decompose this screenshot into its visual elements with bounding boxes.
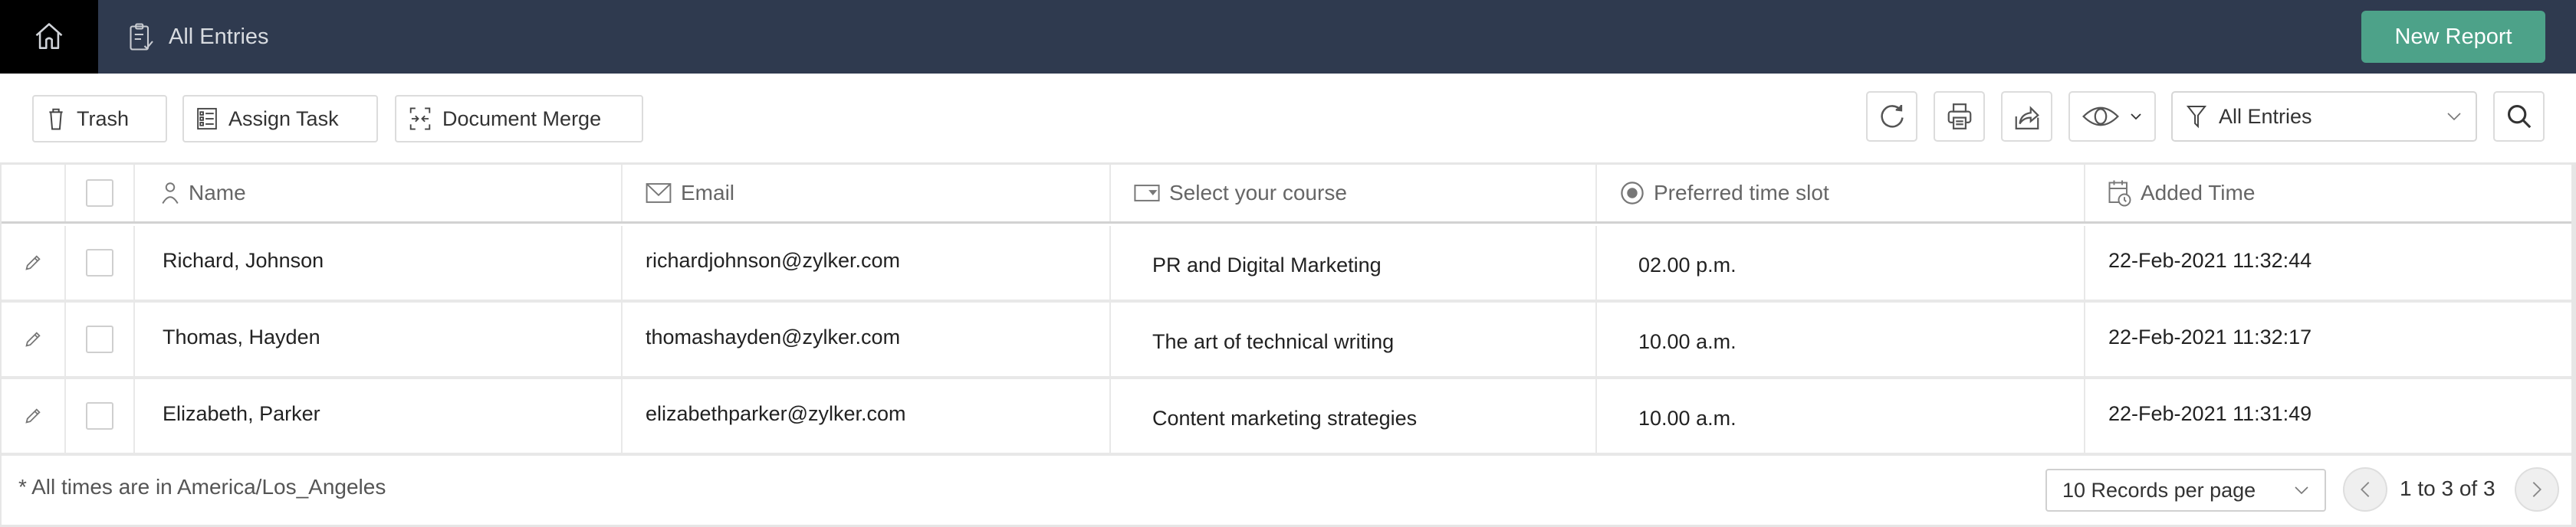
table-header-row: Name Email Select your course Preferred … <box>2 165 2571 224</box>
row-checkbox[interactable] <box>86 402 113 430</box>
row-checkbox[interactable] <box>86 249 113 277</box>
column-header-label: Added Time <box>2141 181 2256 205</box>
course-cell: Content marketing strategies <box>1111 379 1597 453</box>
table-row[interactable]: Elizabeth, Parker elizabethparker@zylker… <box>2 379 2571 456</box>
home-button[interactable] <box>0 0 98 74</box>
trash-button[interactable]: Trash <box>32 95 167 142</box>
table-row[interactable]: Thomas, Hayden thomashayden@zylker.com T… <box>2 303 2571 379</box>
chevron-left-icon <box>2360 480 2371 499</box>
export-icon <box>2013 101 2042 132</box>
row-select-cell <box>66 379 135 453</box>
pencil-icon[interactable] <box>24 330 42 349</box>
new-report-button[interactable]: New Report <box>2361 11 2545 63</box>
trash-icon <box>46 106 66 131</box>
row-select-cell <box>66 303 135 376</box>
edit-cell <box>2 303 66 376</box>
column-header-added-time[interactable]: Added Time <box>2085 165 2571 221</box>
task-list-icon <box>196 107 218 130</box>
column-header-time-slot[interactable]: Preferred time slot <box>1597 165 2085 221</box>
email-cell: thomashayden@zylker.com <box>623 303 1111 376</box>
filter-icon <box>2187 104 2206 129</box>
refresh-button[interactable] <box>1866 91 1917 142</box>
column-header-email[interactable]: Email <box>623 165 1111 221</box>
search-button[interactable] <box>2493 91 2545 142</box>
time-slot-cell: 10.00 a.m. <box>1597 379 2085 453</box>
records-per-page-value: 10 Records per page <box>2062 478 2256 502</box>
added-time-cell: 22-Feb-2021 11:31:49 <box>2108 402 2312 425</box>
clipboard-check-icon <box>127 21 155 52</box>
edit-column-header <box>2 165 66 221</box>
added-time-cell: 22-Feb-2021 11:32:17 <box>2108 326 2312 349</box>
previous-page-button[interactable] <box>2343 467 2387 512</box>
row-checkbox[interactable] <box>86 326 113 353</box>
export-button[interactable] <box>2001 91 2052 142</box>
edit-cell <box>2 379 66 453</box>
column-header-label: Preferred time slot <box>1654 181 1829 205</box>
toolbar: Trash Assign Task Document Merge All Ent… <box>0 74 2576 162</box>
print-button[interactable] <box>1934 91 1985 142</box>
pencil-icon[interactable] <box>24 254 42 272</box>
merge-icon <box>409 106 432 131</box>
calendar-clock-icon <box>2108 179 2131 207</box>
radio-icon <box>1620 181 1644 205</box>
print-icon <box>1945 101 1974 132</box>
time-slot-cell: 10.00 a.m. <box>1597 303 2085 376</box>
select-all-checkbox[interactable] <box>86 179 113 207</box>
mail-icon <box>646 182 672 204</box>
column-header-label: Email <box>681 181 735 205</box>
table-row[interactable]: Richard, Johnson richardjohnson@zylker.c… <box>2 226 2571 303</box>
view-options-button[interactable] <box>2068 91 2156 142</box>
page-title-text: All Entries <box>169 24 269 49</box>
assign-task-button[interactable]: Assign Task <box>182 95 378 142</box>
course-cell: The art of technical writing <box>1111 303 1597 376</box>
name-cell: Elizabeth, Parker <box>135 379 623 453</box>
pencil-icon[interactable] <box>24 407 42 425</box>
next-page-button[interactable] <box>2515 467 2559 512</box>
timezone-note: * All times are in America/Los_Angeles <box>18 475 386 499</box>
eye-icon <box>2082 104 2119 129</box>
edit-cell <box>2 226 66 300</box>
assign-task-label: Assign Task <box>228 106 339 130</box>
page-title: All Entries <box>127 0 269 74</box>
column-header-label: Name <box>189 181 246 205</box>
chevron-down-icon <box>2446 112 2462 121</box>
home-icon <box>32 20 66 54</box>
chevron-right-icon <box>2532 480 2542 499</box>
page-info: 1 to 3 of 3 <box>2400 476 2496 500</box>
table-footer: * All times are in America/Los_Angeles 1… <box>0 452 2576 527</box>
row-select-cell <box>66 226 135 300</box>
column-header-course[interactable]: Select your course <box>1111 165 1597 221</box>
filter-select[interactable]: All Entries <box>2171 91 2477 142</box>
document-merge-button[interactable]: Document Merge <box>395 95 643 142</box>
refresh-icon <box>1878 101 1907 132</box>
time-slot-cell: 02.00 p.m. <box>1597 226 2085 300</box>
filter-selected-value: All Entries <box>2219 104 2312 128</box>
chevron-down-icon <box>2294 486 2309 495</box>
email-cell: richardjohnson@zylker.com <box>623 226 1111 300</box>
top-bar: All Entries New Report <box>0 0 2576 74</box>
person-icon <box>161 182 179 205</box>
course-cell: PR and Digital Marketing <box>1111 226 1597 300</box>
name-cell: Richard, Johnson <box>135 226 623 300</box>
name-cell: Thomas, Hayden <box>135 303 623 376</box>
entries-table: Name Email Select your course Preferred … <box>0 162 2576 456</box>
added-time-cell: 22-Feb-2021 11:32:44 <box>2108 249 2312 272</box>
trash-label: Trash <box>77 106 130 130</box>
records-per-page-select[interactable]: 10 Records per page <box>2045 469 2326 512</box>
search-icon <box>2506 103 2532 130</box>
email-cell: elizabethparker@zylker.com <box>623 379 1111 453</box>
document-merge-label: Document Merge <box>442 106 602 130</box>
column-header-name[interactable]: Name <box>135 165 623 221</box>
chevron-down-icon <box>2130 112 2142 121</box>
select-all-cell <box>66 165 135 221</box>
column-header-label: Select your course <box>1169 181 1347 205</box>
dropdown-field-icon <box>1134 184 1160 202</box>
